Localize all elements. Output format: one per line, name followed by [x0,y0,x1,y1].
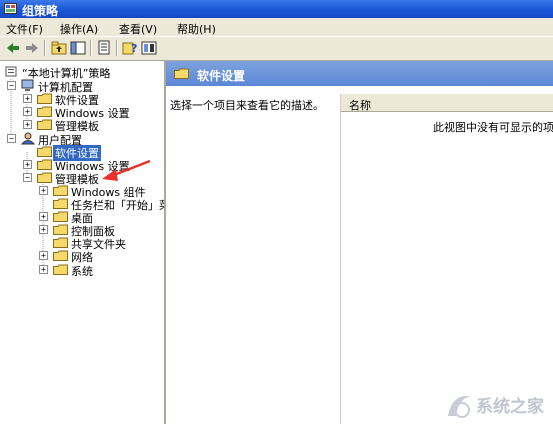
user-icon [21,132,35,145]
window-title: 组策略 [22,4,59,18]
folder-icon [53,211,68,222]
pane-divider[interactable] [340,94,341,424]
forward-icon[interactable] [24,40,40,56]
menu-help[interactable]: 帮助(H) [177,21,216,37]
watermark-logo: 系统之家 [448,395,544,418]
computer-icon [21,79,34,91]
expand-icon[interactable]: + [23,107,32,116]
menu-file[interactable]: 文件(F) [6,21,43,37]
export-list-icon[interactable] [97,40,113,56]
expand-icon[interactable]: + [39,186,48,195]
toolbar-separator [90,40,92,56]
expand-icon[interactable]: + [39,212,48,221]
collapse-icon[interactable]: − [23,173,32,182]
expand-icon[interactable]: + [23,160,32,169]
expand-icon[interactable]: + [23,120,32,129]
collapse-icon[interactable]: − [7,81,16,90]
collapse-icon[interactable]: − [7,134,16,143]
folder-icon [37,159,52,170]
folder-icon [53,237,68,248]
folder-icon [53,264,68,275]
title-bar: 组策略 [0,0,553,18]
tree-label: 系统 [71,265,93,278]
toolbar-separator [44,40,46,56]
tree-pane: “本地计算机”策略 − 计算机配置 + 软件设置 + Windows 设置 + … [0,61,166,424]
folder-icon [174,68,189,79]
folder-icon [37,119,52,130]
details-title: 软件设置 [197,69,246,83]
back-icon[interactable] [5,40,21,56]
help-icon[interactable]: ? [122,40,138,56]
menu-view[interactable]: 查看(V) [119,21,157,37]
folder-icon [53,224,68,235]
folder-icon [37,172,52,183]
expand-icon[interactable]: + [23,94,32,103]
group-policy-app-icon [4,3,17,14]
column-header[interactable]: 名称 [341,94,553,112]
properties-icon[interactable] [141,40,157,56]
details-pane: 软件设置 选择一个项目来查看它的描述。 名称 此视图中没有可显示的项目 [166,61,553,424]
column-name[interactable]: 名称 [349,97,371,113]
expand-icon[interactable]: + [39,225,48,234]
folder-icon [53,198,68,209]
toolbar: ? [0,36,553,61]
empty-view-message: 此视图中没有可显示的项目 [433,121,553,134]
policy-icon [5,66,17,77]
folder-icon [53,250,68,261]
menu-action[interactable]: 操作(A) [60,21,98,37]
show-hide-tree-icon[interactable] [70,40,86,56]
folder-icon [37,93,52,104]
folder-open-icon [37,146,52,157]
expand-icon[interactable]: + [39,251,48,260]
annotation-arrow [102,159,151,181]
folder-icon [53,185,68,196]
menu-bar: 文件(F) 操作(A) 查看(V) 帮助(H) [0,19,553,37]
svg-text:?: ? [131,42,137,55]
svg-text:系统之家: 系统之家 [476,396,544,417]
up-folder-icon[interactable] [51,40,67,56]
details-header: 软件设置 [166,61,553,86]
expand-icon[interactable]: + [39,265,48,274]
folder-icon [37,106,52,117]
description-text: 选择一个项目来查看它的描述。 [170,99,324,112]
toolbar-separator [116,40,118,56]
